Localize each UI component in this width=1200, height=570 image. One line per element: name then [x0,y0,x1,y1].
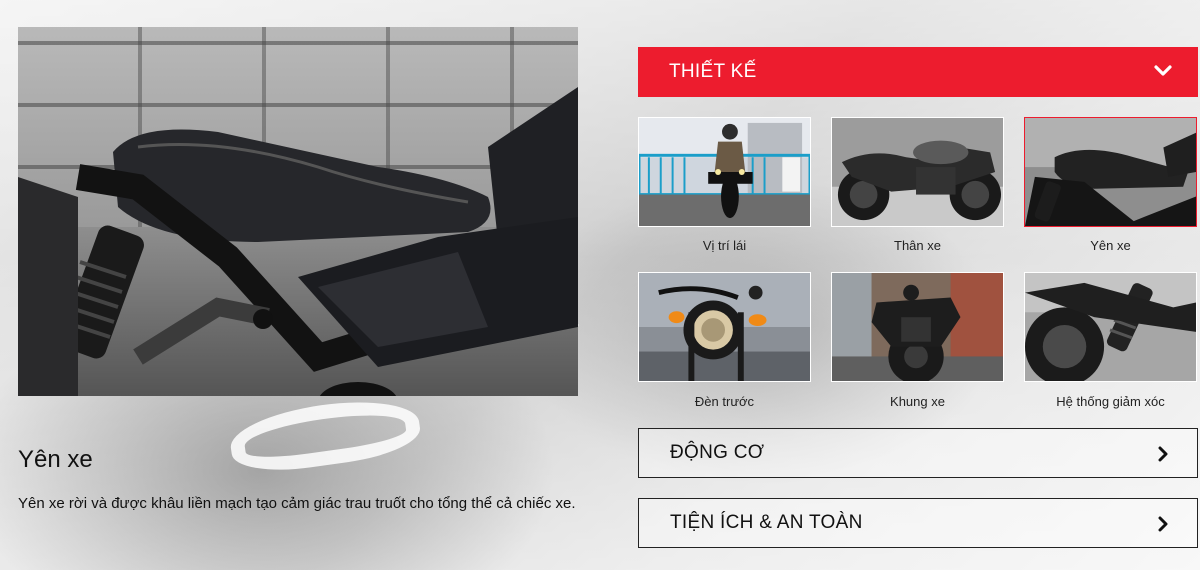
thumb-label: Vị trí lái [702,238,747,253]
section-design-header[interactable]: THIẾT KẾ [638,47,1198,97]
thumb-label: Đèn trước [694,394,755,409]
riding-position-photo [639,118,810,226]
motorcycle-seat-illustration [18,87,578,396]
chevron-down-icon [1154,65,1172,76]
section-utility-header[interactable]: TIỆN ÍCH & AN TOÀN [638,498,1198,548]
detail-title: Yên xe [18,446,93,473]
thumb-headlight[interactable] [638,272,811,382]
thumb-label: Khung xe [890,394,945,409]
thumb-suspension[interactable] [1024,272,1197,382]
suspension-photo [1025,273,1196,381]
thumb-label: Thân xe [894,238,941,253]
detail-image [18,27,578,396]
thumb-riding-position[interactable] [638,117,811,227]
section-utility-label: TIỆN ÍCH & AN TOÀN [670,512,863,533]
seat-photo [1025,118,1196,226]
chevron-right-icon [1158,446,1168,462]
chevron-right-icon [1158,516,1168,532]
body-photo [832,118,1003,226]
section-design-label: THIẾT KẾ [669,61,757,82]
thumb-body[interactable] [831,117,1004,227]
section-engine-label: ĐỘNG CƠ [670,442,765,463]
frame-photo [832,273,1003,381]
detail-description: Yên xe rời và được khâu liền mạch tạo cả… [18,495,576,512]
thumb-seat[interactable] [1024,117,1197,227]
thumb-frame[interactable] [831,272,1004,382]
thumb-label: Yên xe [1090,238,1131,253]
thumb-label: Hệ thống giảm xóc [1056,394,1165,409]
headlight-photo [639,273,810,381]
section-engine-header[interactable]: ĐỘNG CƠ [638,428,1198,478]
